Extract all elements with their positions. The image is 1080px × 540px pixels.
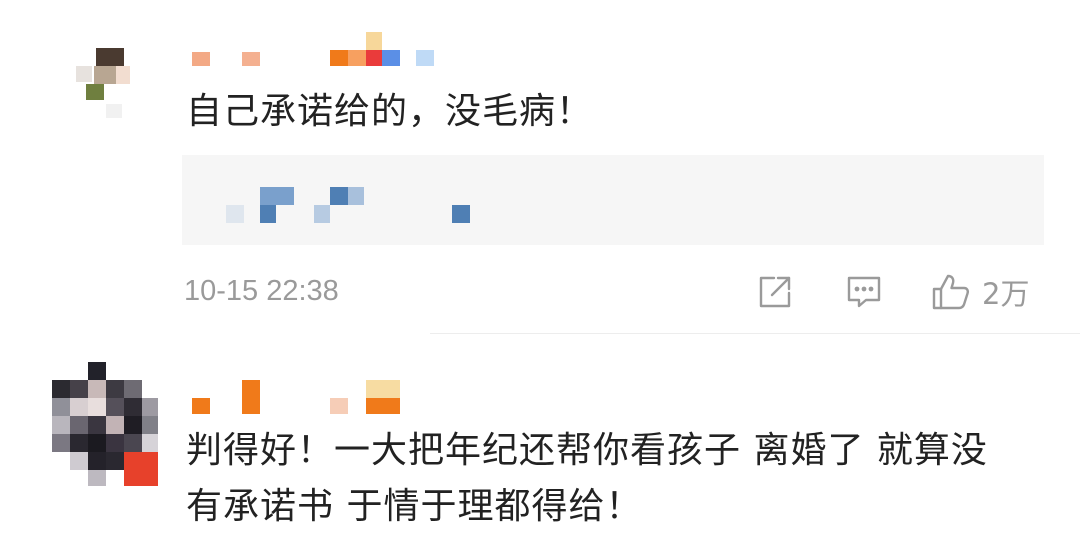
quote-pixel [452, 205, 470, 223]
avatar-pixel [106, 452, 124, 470]
avatar-pixel [88, 416, 106, 434]
username-pixel [192, 52, 210, 66]
avatar-pixel [116, 66, 130, 84]
username-pixel [330, 50, 348, 66]
avatar-pixel [94, 66, 116, 84]
username-pixel [366, 32, 382, 50]
username-pixel [366, 398, 400, 414]
share-button[interactable] [756, 273, 794, 311]
share-icon [756, 273, 794, 311]
username-pixel [242, 52, 260, 66]
quote-pixel [260, 205, 276, 223]
avatar-pixel [106, 434, 124, 452]
avatar-pixel [52, 416, 70, 434]
avatar-pixel [106, 104, 122, 118]
avatar-pixel [52, 380, 70, 398]
quote-pixel [260, 187, 294, 205]
username-pixel [348, 50, 366, 66]
avatar-pixel [124, 452, 158, 486]
avatar-pixel [70, 434, 88, 452]
quoted-reply[interactable] [182, 155, 1044, 245]
avatar-pixel [52, 434, 70, 452]
quote-pixel [348, 187, 364, 205]
username[interactable] [190, 378, 410, 418]
thumbs-up-icon [930, 271, 972, 313]
comment-icon [845, 273, 883, 311]
like-count: 2万 [982, 277, 1030, 311]
avatar-pixel [106, 398, 124, 416]
avatar[interactable] [36, 40, 136, 120]
avatar-pixel [88, 434, 106, 452]
avatar-pixel [124, 380, 142, 398]
comment-text: 自己承诺给的，没毛病！ [186, 91, 594, 132]
avatar-pixel [106, 380, 124, 398]
avatar-pixel [70, 416, 88, 434]
divider [430, 333, 1080, 334]
comment-text: 判得好！一大把年纪还帮你看孩子 离婚了 就算没 有承诺书 于情于理都得给！ [186, 423, 1066, 535]
avatar-pixel [76, 66, 92, 82]
username-pixel [382, 50, 400, 66]
avatar-pixel [88, 380, 106, 398]
quote-pixel [226, 205, 244, 223]
avatar-pixel [142, 398, 158, 416]
avatar-pixel [88, 362, 106, 380]
username[interactable] [190, 30, 440, 70]
avatar-pixel [70, 452, 88, 470]
avatar[interactable] [52, 362, 158, 486]
avatar-pixel [124, 416, 142, 434]
quote-pixel [314, 205, 330, 223]
comment-text-line: 有承诺书 于情于理都得给！ [186, 486, 643, 527]
avatar-pixel [142, 416, 158, 434]
username-pixel [330, 398, 348, 414]
avatar-pixel [142, 434, 158, 452]
avatar-pixel [124, 398, 142, 416]
username-pixel [192, 398, 210, 414]
quote-pixel [330, 187, 348, 205]
avatar-pixel [88, 470, 106, 486]
avatar-pixel [106, 416, 124, 434]
avatar-pixel [70, 398, 88, 416]
comment-timestamp: 10-15 22:38 [184, 275, 339, 307]
avatar-pixel [124, 434, 142, 452]
username-pixel [416, 50, 434, 66]
avatar-pixel [70, 380, 88, 398]
username-pixel [366, 380, 400, 398]
username-pixel [366, 50, 382, 66]
reply-button[interactable] [845, 273, 883, 311]
avatar-pixel [86, 84, 104, 100]
username-pixel [242, 380, 260, 414]
avatar-pixel [88, 452, 106, 470]
avatar-pixel [88, 398, 106, 416]
avatar-pixel [52, 398, 70, 416]
like-button[interactable]: 2万 [930, 271, 1029, 313]
comment-text-line: 判得好！一大把年纪还帮你看孩子 离婚了 就算没 [186, 430, 988, 471]
avatar-pixel [96, 48, 124, 66]
